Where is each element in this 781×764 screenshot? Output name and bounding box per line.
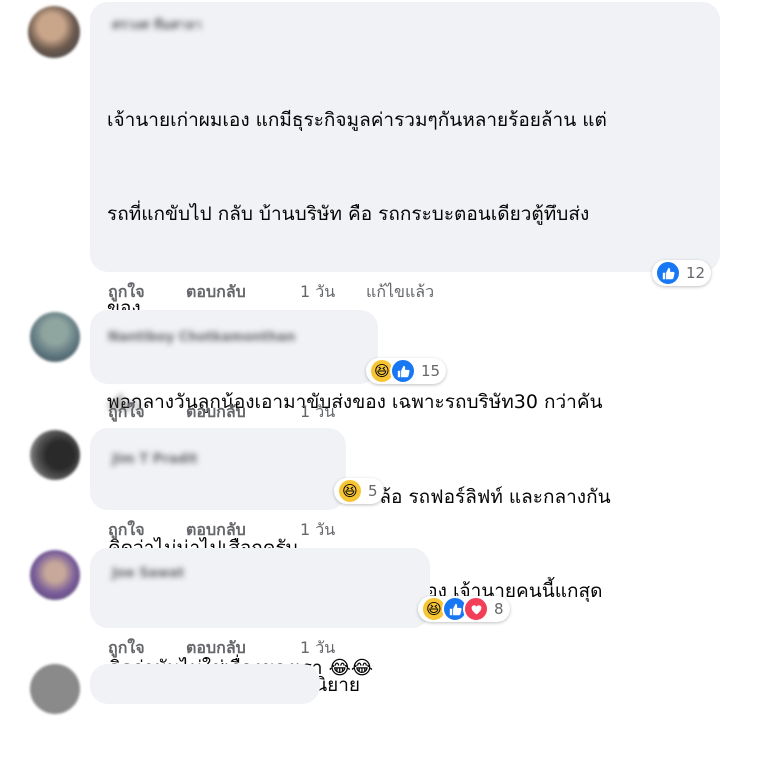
love-icon: [463, 596, 489, 622]
avatar[interactable]: [30, 550, 80, 600]
comment-author[interactable]: Joe Sawat: [112, 566, 184, 581]
comment-line: เจ้านายเก่าผมเอง แกมีธุระกิจมูลค่ารวมๆกั…: [107, 108, 607, 131]
avatar[interactable]: [30, 312, 80, 362]
like-icon: [390, 358, 416, 384]
haha-icon: 😆: [337, 478, 363, 504]
reaction-count: 5: [368, 482, 378, 500]
comment-author[interactable]: Nantiboy Chotkamonthan: [108, 330, 295, 345]
reaction-count: 12: [686, 264, 706, 282]
avatar[interactable]: [30, 430, 80, 480]
reaction-summary[interactable]: 😆 15: [366, 358, 447, 384]
like-button[interactable]: ถูกใจ: [108, 280, 145, 305]
reaction-count: 15: [421, 362, 441, 380]
reply-button[interactable]: ตอบกลับ: [186, 280, 246, 305]
reply-button[interactable]: ตอบกลับ: [186, 636, 246, 661]
timestamp[interactable]: 1 วัน: [300, 400, 335, 425]
reply-button[interactable]: ตอบกลับ: [186, 400, 246, 425]
like-button[interactable]: ถูกใจ: [108, 518, 145, 543]
reaction-summary[interactable]: 😆 8: [418, 596, 510, 622]
comment-bubble: [90, 664, 320, 704]
avatar[interactable]: [28, 6, 80, 58]
like-button[interactable]: ถูกใจ: [108, 636, 145, 661]
reply-button[interactable]: ตอบกลับ: [186, 518, 246, 543]
like-button[interactable]: ถูกใจ: [108, 400, 145, 425]
reaction-summary[interactable]: 😆 5: [334, 478, 384, 504]
comment-line: พอกลางวันลูกน้องเอามาขับส่งของ เฉพาะรถบร…: [107, 391, 603, 414]
timestamp[interactable]: 1 วัน: [300, 636, 335, 661]
edited-label[interactable]: แก้ไขแล้ว: [366, 280, 434, 305]
comment-author[interactable]: ศรวงศ ทีมศาลา: [112, 14, 202, 35]
reaction-summary[interactable]: 12: [652, 260, 712, 286]
timestamp[interactable]: 1 วัน: [300, 518, 335, 543]
reaction-count: 8: [494, 600, 504, 618]
like-icon: [655, 260, 681, 286]
comment-line: รถที่แกขับไป กลับ บ้านบริษัท คือ รถกระบะ…: [107, 203, 590, 226]
timestamp[interactable]: 1 วัน: [300, 280, 335, 305]
comment-author[interactable]: Jim T Pradit: [112, 452, 197, 467]
